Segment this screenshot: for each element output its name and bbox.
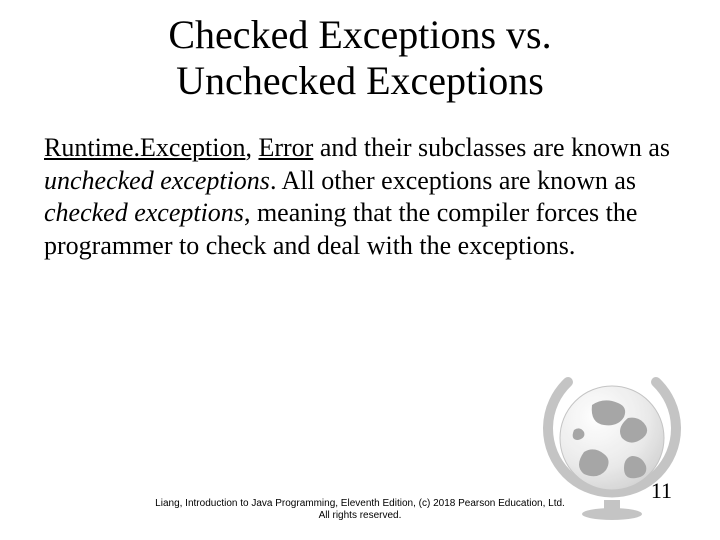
term-checked: checked exceptions xyxy=(44,198,244,227)
text-2: . All other exceptions are known as xyxy=(270,166,636,195)
body-paragraph: Runtime.Exception, Error and their subcl… xyxy=(40,132,680,262)
title-line-1: Checked Exceptions vs. xyxy=(168,12,551,57)
term-runtime-exception: Runtime.Exception xyxy=(44,133,245,162)
sep: , xyxy=(245,133,258,162)
footer-line-2: All rights reserved. xyxy=(0,510,720,522)
footer: Liang, Introduction to Java Programming,… xyxy=(0,498,720,522)
text-1: and their subclasses are known as xyxy=(313,133,670,162)
footer-line-1: Liang, Introduction to Java Programming,… xyxy=(0,498,720,510)
title-line-2: Unchecked Exceptions xyxy=(176,58,544,103)
slide-title: Checked Exceptions vs. Unchecked Excepti… xyxy=(40,12,680,104)
term-error: Error xyxy=(258,133,313,162)
term-unchecked: unchecked exceptions xyxy=(44,166,270,195)
slide: Checked Exceptions vs. Unchecked Excepti… xyxy=(0,0,720,540)
